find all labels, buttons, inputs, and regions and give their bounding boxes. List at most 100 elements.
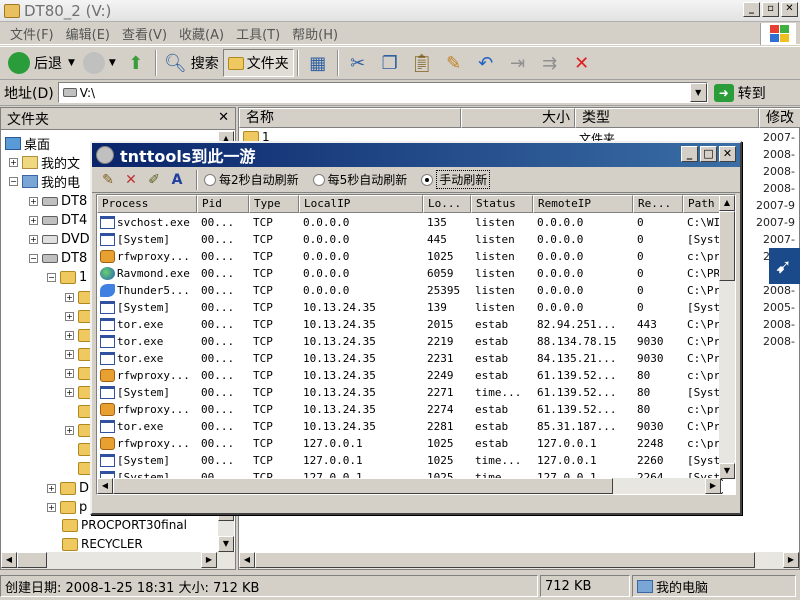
tree-item-dvd[interactable]: + DVD [29, 230, 90, 248]
folders-button[interactable]: 文件夹 [222, 49, 294, 77]
collapse-icon[interactable]: − [47, 272, 56, 282]
font-icon[interactable]: A [167, 170, 187, 190]
tree-item-drive-dt80-2[interactable]: − DT8 [29, 249, 87, 267]
connection-row[interactable]: rfwproxy... 00... TCP 0.0.0.0 1025 listen 0.0.… [97, 248, 723, 265]
copy-to-icon[interactable]: ⇉ [538, 51, 562, 75]
scroll-up-icon[interactable]: ▲ [719, 195, 735, 211]
tree-item-my-computer[interactable]: − 我的电 [9, 172, 80, 191]
scroll-left-icon[interactable]: ◀ [239, 552, 255, 568]
radio-refresh-2s[interactable]: 每2秒自动刷新 [204, 171, 299, 188]
close-icon[interactable]: ✕ [121, 170, 141, 190]
menu-favorites[interactable]: 收藏(A) [173, 24, 230, 43]
column-header-name[interactable]: 名称 [239, 108, 461, 128]
column-header-remoteport[interactable]: Re... [633, 195, 683, 213]
scroll-thumb[interactable] [17, 552, 47, 568]
views-button[interactable]: ▦ [306, 51, 330, 75]
expand-icon[interactable]: + [9, 157, 18, 167]
radio-refresh-5s[interactable]: 每5秒自动刷新 [312, 171, 407, 188]
restore-button[interactable]: ▫ [762, 2, 779, 17]
list-hscrollbar[interactable]: ◀ ▶ [97, 478, 721, 494]
maximize-button[interactable]: □ [700, 146, 717, 162]
connection-row[interactable]: [System] 00... TCP 10.13.24.35 139 listen 0.0.… [97, 299, 723, 316]
chevron-down-icon[interactable]: ▼ [689, 83, 707, 102]
scroll-thumb[interactable] [255, 552, 755, 568]
chevron-down-icon[interactable]: ▼ [109, 58, 116, 68]
expand-icon[interactable]: + [29, 215, 38, 225]
tree-item-procport[interactable]: PROCPORT30final [62, 516, 187, 534]
expand-icon[interactable]: + [29, 196, 38, 206]
tree-item-drive-dt8[interactable]: + DT8 [29, 192, 87, 210]
up-folder-button[interactable]: ⬆ [124, 51, 148, 75]
scroll-thumb[interactable] [719, 211, 735, 281]
close-button[interactable]: ✕ [719, 146, 736, 162]
connection-row[interactable]: [System] 00... TCP 0.0.0.0 445 listen 0.0.0.0 0… [97, 231, 723, 248]
scroll-left-icon[interactable]: ◀ [1, 552, 17, 568]
collapse-icon[interactable]: − [29, 253, 38, 263]
list-vscrollbar[interactable]: ▲ ▼ [719, 195, 735, 479]
address-input[interactable]: V:\ ▼ [57, 82, 708, 103]
tree-item-recycler[interactable]: RECYCLER [62, 535, 143, 553]
paste-icon[interactable]: 📋︎ [410, 51, 434, 75]
expand-icon[interactable]: + [65, 349, 74, 359]
collapse-icon[interactable]: − [9, 176, 18, 186]
app-shortcut-icon[interactable]: ➹ [769, 248, 800, 284]
properties-icon[interactable]: ✎ [442, 51, 466, 75]
flashlight-icon[interactable]: ✐ [144, 170, 164, 190]
column-header-type[interactable]: Type [249, 195, 299, 213]
minimize-button[interactable]: _ [743, 2, 760, 17]
scroll-thumb[interactable] [113, 478, 613, 494]
column-header-modified[interactable]: 修改 [759, 108, 800, 128]
folder-pane-hscrollbar[interactable]: ◀ ▶ [1, 552, 235, 569]
column-header-remoteip[interactable]: RemoteIP [533, 195, 633, 213]
column-header-size[interactable]: 大小 [461, 108, 575, 128]
expand-icon[interactable]: + [65, 425, 74, 435]
connection-row[interactable]: tor.exe 00... TCP 10.13.24.35 2219 estab 88.13… [97, 333, 723, 350]
scroll-right-icon[interactable]: ▶ [783, 552, 799, 568]
connection-row[interactable]: [System] 00... TCP 127.0.0.1 1025 time... 127.… [97, 452, 723, 469]
column-header-status[interactable]: Status [471, 195, 533, 213]
tree-item-folder-p[interactable]: + p [47, 498, 87, 516]
connection-row[interactable]: tor.exe 00... TCP 10.13.24.35 2281 estab 85.31… [97, 418, 723, 435]
minimize-button[interactable]: _ [681, 146, 698, 162]
expand-icon[interactable]: + [65, 330, 74, 340]
scroll-down-icon[interactable]: ▼ [218, 536, 234, 552]
scroll-left-icon[interactable]: ◀ [97, 478, 113, 494]
move-to-icon[interactable]: ⇥ [506, 51, 530, 75]
expand-icon[interactable]: + [65, 292, 74, 302]
column-header-localport[interactable]: Lo... [423, 195, 471, 213]
search-button[interactable]: 🔍︎ 搜索 [160, 49, 223, 77]
undo-icon[interactable]: ↶ [474, 51, 498, 75]
menu-tools[interactable]: 工具(T) [230, 24, 286, 43]
pin-icon[interactable]: ✎ [98, 170, 118, 190]
expand-icon[interactable]: + [47, 483, 56, 493]
tree-item-folder-1[interactable]: − 1 [47, 268, 87, 286]
tree-item-my-documents[interactable]: + 我的文 [9, 153, 80, 172]
connection-row[interactable]: [System] 00... TCP 10.13.24.35 2271 time... 61… [97, 384, 723, 401]
connection-row[interactable]: tor.exe 00... TCP 10.13.24.35 2231 estab 84.13… [97, 350, 723, 367]
chevron-down-icon[interactable]: ▼ [68, 58, 75, 68]
menu-edit[interactable]: 编辑(E) [60, 24, 116, 43]
tree-item-drive-dt4[interactable]: + DT4 [29, 211, 87, 229]
radio-manual-refresh[interactable]: 手动刷新 [421, 170, 491, 189]
column-header-localip[interactable]: LocalIP [299, 195, 423, 213]
expand-icon[interactable]: + [65, 387, 74, 397]
column-header-pid[interactable]: Pid [197, 195, 249, 213]
close-button[interactable]: ✕ [781, 2, 798, 17]
connection-row[interactable]: svchost.exe 00... TCP 0.0.0.0 135 listen 0.0.0… [97, 214, 723, 231]
connection-row[interactable]: Thunder5... 00... TCP 0.0.0.0 25395 listen 0.0… [97, 282, 723, 299]
close-icon[interactable]: ✕ [218, 110, 229, 125]
cut-icon[interactable]: ✂ [346, 51, 370, 75]
expand-icon[interactable]: + [65, 311, 74, 321]
back-button[interactable]: 后退 ▼ [4, 49, 79, 77]
connection-row[interactable]: tor.exe 00... TCP 10.13.24.35 2015 estab 82.94… [97, 316, 723, 333]
column-header-process[interactable]: Process [97, 195, 197, 213]
expand-icon[interactable]: + [29, 234, 38, 244]
connection-row[interactable]: rfwproxy... 00... TCP 10.13.24.35 2249 estab 6… [97, 367, 723, 384]
tree-item-folder-d[interactable]: + D [47, 479, 89, 497]
go-button[interactable]: ➜ 转到 [713, 83, 766, 103]
scroll-right-icon[interactable]: ▶ [705, 478, 721, 494]
delete-icon[interactable]: ✕ [570, 51, 594, 75]
menu-file[interactable]: 文件(F) [4, 24, 60, 43]
expand-icon[interactable]: + [65, 368, 74, 378]
menu-view[interactable]: 查看(V) [116, 24, 173, 43]
